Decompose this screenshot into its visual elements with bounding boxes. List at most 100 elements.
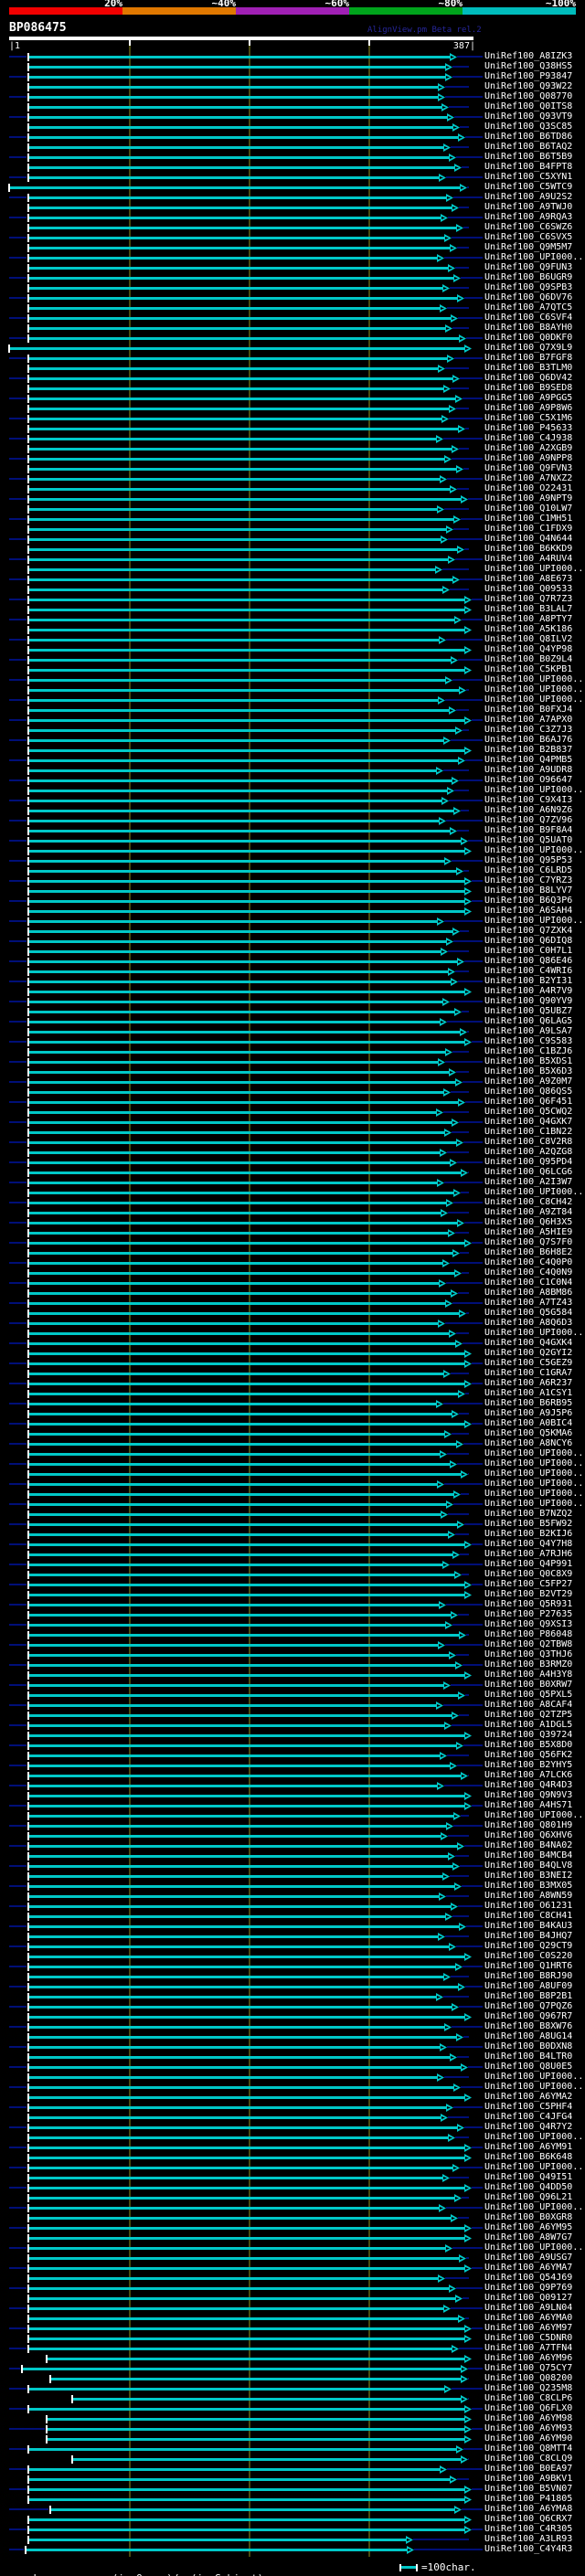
hit-label[interactable]: UniRef100_B7FGF8: [484, 354, 572, 363]
alignment-bar[interactable]: [29, 1342, 455, 1345]
alignment-bar[interactable]: [29, 337, 459, 340]
alignment-bar[interactable]: [29, 629, 464, 631]
alignment-bar[interactable]: [29, 2046, 440, 2049]
hit-label[interactable]: UniRef100_A6SAH4: [484, 906, 572, 916]
alignment-bar[interactable]: [29, 1523, 457, 1526]
alignment-bar[interactable]: [29, 2136, 448, 2139]
alignment-bar[interactable]: [29, 367, 438, 370]
alignment-bar[interactable]: [29, 1986, 458, 1988]
alignment-bar[interactable]: [29, 2257, 459, 2260]
hit-label[interactable]: UniRef100_Q9M5M7: [484, 243, 572, 252]
alignment-bar[interactable]: [29, 981, 451, 983]
hit-label[interactable]: UniRef100_B6K648: [484, 2153, 572, 2162]
hit-label[interactable]: UniRef100_O22431: [484, 484, 572, 493]
hit-label[interactable]: UniRef100_C1BN22: [484, 1128, 572, 1137]
hit-label[interactable]: UniRef100_Q5UAT0: [484, 836, 572, 845]
hit-label[interactable]: UniRef100_B6KKD9: [484, 545, 572, 554]
alignment-bar[interactable]: [29, 1875, 442, 1878]
alignment-bar[interactable]: [29, 930, 452, 933]
alignment-bar[interactable]: [29, 1051, 445, 1054]
hit-label[interactable]: UniRef100_B2YHY5: [484, 1761, 572, 1770]
alignment-bar[interactable]: [27, 2549, 407, 2551]
hit-label[interactable]: UniRef100_UPI000..: [484, 917, 583, 926]
alignment-bar[interactable]: [29, 2317, 458, 2320]
alignment-bar[interactable]: [29, 1121, 452, 1124]
hit-label[interactable]: UniRef100_Q56FK2: [484, 1751, 572, 1760]
hit-label[interactable]: UniRef100_O61231: [484, 1902, 572, 1911]
hit-label[interactable]: UniRef100_C4Q0P0: [484, 1258, 572, 1267]
hit-label[interactable]: UniRef100_Q9XSI3: [484, 1620, 572, 1629]
alignment-bar[interactable]: [29, 1815, 453, 1818]
alignment-bar[interactable]: [29, 609, 464, 611]
alignment-bar[interactable]: [29, 1252, 452, 1255]
alignment-bar[interactable]: [29, 1543, 464, 1546]
hit-label[interactable]: UniRef100_C1GRA7: [484, 1369, 572, 1378]
hit-label[interactable]: UniRef100_UPI000..: [484, 675, 583, 684]
alignment-bar[interactable]: [29, 1433, 444, 1436]
hit-label[interactable]: UniRef100_Q4YP98: [484, 645, 572, 654]
alignment-bar[interactable]: [29, 136, 458, 139]
alignment-bar[interactable]: [51, 2378, 461, 2380]
hit-label[interactable]: UniRef100_C4Y4R3: [484, 2545, 572, 2554]
alignment-bar[interactable]: [29, 387, 443, 390]
hit-label[interactable]: UniRef100_Q3THJ6: [484, 1650, 572, 1659]
alignment-bar[interactable]: [29, 528, 446, 531]
hit-label[interactable]: UniRef100_UPI000..: [484, 565, 583, 574]
alignment-bar[interactable]: [29, 558, 448, 561]
hit-label[interactable]: UniRef100_UPI000..: [484, 2243, 583, 2253]
alignment-bar[interactable]: [29, 1453, 440, 1456]
hit-label[interactable]: UniRef100_Q2GYI2: [484, 1349, 572, 1358]
hit-label[interactable]: UniRef100_Q6F451: [484, 1097, 572, 1107]
alignment-bar[interactable]: [29, 1775, 461, 1777]
hit-label[interactable]: UniRef100_A9J5P6: [484, 1409, 572, 1418]
alignment-bar[interactable]: [29, 1835, 441, 1838]
hit-label[interactable]: UniRef100_A4R7V9: [484, 987, 572, 996]
alignment-bar[interactable]: [29, 1594, 464, 1596]
alignment-bar[interactable]: [29, 2277, 438, 2280]
hit-label[interactable]: UniRef100_A1CSY1: [484, 1389, 572, 1398]
hit-label[interactable]: UniRef100_B0Z9L4: [484, 655, 572, 664]
hit-label[interactable]: UniRef100_A8IZK3: [484, 52, 572, 61]
alignment-bar[interactable]: [29, 317, 451, 320]
hit-label[interactable]: UniRef100_C8CH42: [484, 1198, 572, 1207]
alignment-bar[interactable]: [29, 1091, 443, 1094]
alignment-bar[interactable]: [29, 830, 450, 832]
hit-label[interactable]: UniRef100_A3LR93: [484, 2535, 572, 2544]
alignment-bar[interactable]: [29, 769, 436, 772]
hit-label[interactable]: UniRef100_A8UG14: [484, 2032, 572, 2041]
alignment-bar[interactable]: [29, 1855, 448, 1858]
alignment-bar[interactable]: [29, 2388, 444, 2390]
alignment-bar[interactable]: [29, 1473, 461, 1476]
alignment-bar[interactable]: [29, 1151, 440, 1154]
hit-label[interactable]: UniRef100_UPI000..: [484, 846, 583, 855]
alignment-bar[interactable]: [29, 820, 439, 822]
alignment-bar[interactable]: [29, 810, 453, 812]
alignment-bar[interactable]: [29, 2197, 454, 2200]
alignment-bar[interactable]: [29, 1976, 443, 1978]
hit-label[interactable]: UniRef100_Q90YV9: [484, 997, 572, 1006]
hit-label[interactable]: UniRef100_A7RJH6: [484, 1550, 572, 1559]
alignment-bar[interactable]: [29, 719, 464, 722]
hit-label[interactable]: UniRef100_Q7X9L9: [484, 344, 572, 353]
alignment-bar[interactable]: [29, 478, 440, 481]
alignment-bar[interactable]: [29, 619, 454, 621]
hit-label[interactable]: UniRef100_B6H8E2: [484, 1248, 572, 1257]
alignment-bar[interactable]: [29, 1373, 443, 1375]
hit-label[interactable]: UniRef100_Q0DKF0: [484, 334, 572, 343]
hit-label[interactable]: UniRef100_A6YM96: [484, 2354, 572, 2363]
alignment-bar[interactable]: [29, 86, 438, 89]
alignment-bar[interactable]: [29, 1111, 436, 1114]
alignment-bar[interactable]: [48, 2418, 464, 2421]
alignment-bar[interactable]: [29, 1674, 464, 1677]
hit-label[interactable]: UniRef100_Q4R4D3: [484, 1781, 572, 1790]
hit-label[interactable]: UniRef100_C8V2R8: [484, 1138, 572, 1147]
alignment-bar[interactable]: [29, 66, 445, 69]
alignment-bar[interactable]: [29, 548, 457, 551]
hit-label[interactable]: UniRef100_Q4PMB5: [484, 756, 572, 765]
alignment-bar[interactable]: [29, 2498, 464, 2501]
hit-label[interactable]: UniRef100_Q9FUN3: [484, 263, 572, 272]
alignment-bar[interactable]: [29, 1513, 441, 1516]
alignment-bar[interactable]: [29, 257, 437, 260]
hit-label[interactable]: UniRef100_A8PTY7: [484, 615, 572, 624]
alignment-bar[interactable]: [29, 2167, 452, 2169]
